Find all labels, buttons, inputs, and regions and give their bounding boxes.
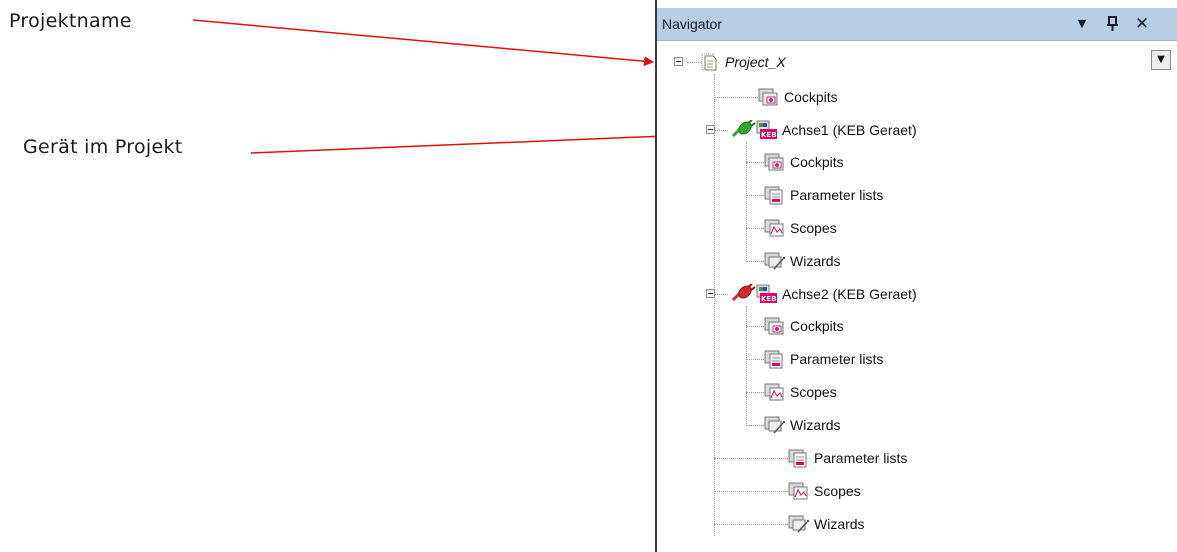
project-file-icon	[699, 52, 721, 72]
parameter-list-icon	[788, 448, 810, 468]
scope-icon	[764, 382, 786, 402]
navigator-titlebar: Navigator ▼ ✕	[657, 8, 1177, 41]
annotation-project-name: Projektname	[9, 10, 132, 32]
device-keb-icon: KEB	[756, 284, 778, 304]
tree-node-axis1-cockpits[interactable]: Cockpits	[764, 152, 844, 172]
tree-node-axis2-wizards[interactable]: Wizards	[764, 415, 841, 435]
wizard-icon	[788, 514, 810, 534]
tree-node-axis2[interactable]: KEB Achse2 (KEB Geraet)	[730, 284, 917, 304]
arrow-to-device	[250, 130, 690, 154]
tree-label-axis1: Achse1 (KEB Geraet)	[782, 122, 917, 138]
connector-plug-icon	[730, 120, 756, 140]
tree-node-axis1-scopes[interactable]: Scopes	[764, 218, 837, 238]
tree-label-axis1-parameter-lists: Parameter lists	[790, 187, 884, 203]
svg-text:KEB: KEB	[761, 295, 777, 303]
tree-node-wizards[interactable]: Wizards	[788, 514, 865, 534]
tree-node-axis2-scopes[interactable]: Scopes	[764, 382, 837, 402]
tree-node-axis2-parameter-lists[interactable]: Parameter lists	[764, 349, 883, 369]
window-menu-icon[interactable]: ▼	[1072, 14, 1092, 34]
tree-label-axis1-wizards: Wizards	[790, 253, 841, 269]
wizard-icon	[764, 415, 786, 435]
navigator-dropdown-button[interactable]: ▼	[1151, 50, 1171, 70]
tree-label-axis2-scopes: Scopes	[790, 384, 837, 400]
svg-text:KEB: KEB	[761, 131, 777, 139]
tree-label-parameter-lists: Parameter lists	[814, 450, 908, 466]
tree-label-wizards: Wizards	[814, 516, 865, 532]
screenshot-stage: Projektname Gerät im Projekt Navigator ▼…	[0, 0, 1177, 552]
tree-label-axis2-cockpits: Cockpits	[790, 318, 844, 334]
tree-node-project[interactable]: Project_X	[699, 52, 786, 72]
scope-icon	[788, 481, 810, 501]
tree-label-axis1-scopes: Scopes	[790, 220, 837, 236]
navigator-panel: Navigator ▼ ✕ ▼ Project_X Cockpits KEB A…	[655, 0, 1177, 552]
tree-label-scopes: Scopes	[814, 483, 861, 499]
tree-label-axis1-cockpits: Cockpits	[790, 154, 844, 170]
cockpit-icon	[764, 316, 786, 336]
tree-label-axis2-wizards: Wizards	[790, 417, 841, 433]
axis2-collapse-toggle[interactable]	[706, 289, 715, 298]
pin-icon[interactable]	[1103, 14, 1123, 34]
tree-node-axis1-wizards[interactable]: Wizards	[764, 251, 841, 271]
tree-node-parameter-lists[interactable]: Parameter lists	[788, 448, 907, 468]
annotation-device-in-project: Gerät im Projekt	[23, 136, 183, 158]
connector-plug-icon	[730, 284, 756, 304]
navigator-title: Navigator	[662, 16, 722, 32]
tree-node-cockpits[interactable]: Cockpits	[758, 87, 838, 107]
parameter-list-icon	[764, 185, 786, 205]
cockpit-icon	[764, 152, 786, 172]
project-collapse-toggle[interactable]	[674, 57, 683, 66]
tree-label-project: Project_X	[725, 54, 786, 70]
tree-label-cockpits: Cockpits	[784, 89, 838, 105]
cockpit-icon	[758, 87, 780, 107]
tree-label-axis2: Achse2 (KEB Geraet)	[782, 286, 917, 302]
axis1-collapse-toggle[interactable]	[706, 125, 715, 134]
close-icon[interactable]: ✕	[1132, 14, 1152, 34]
parameter-list-icon	[764, 349, 786, 369]
tree-node-scopes[interactable]: Scopes	[788, 481, 861, 501]
tree-label-axis2-parameter-lists: Parameter lists	[790, 351, 884, 367]
device-keb-icon: KEB	[756, 120, 778, 140]
tree-node-axis1[interactable]: KEB Achse1 (KEB Geraet)	[730, 120, 917, 140]
scope-icon	[764, 218, 786, 238]
arrow-to-project-name	[192, 19, 654, 67]
tree-node-axis2-cockpits[interactable]: Cockpits	[764, 316, 844, 336]
tree-node-axis1-parameter-lists[interactable]: Parameter lists	[764, 185, 883, 205]
wizard-icon	[764, 251, 786, 271]
